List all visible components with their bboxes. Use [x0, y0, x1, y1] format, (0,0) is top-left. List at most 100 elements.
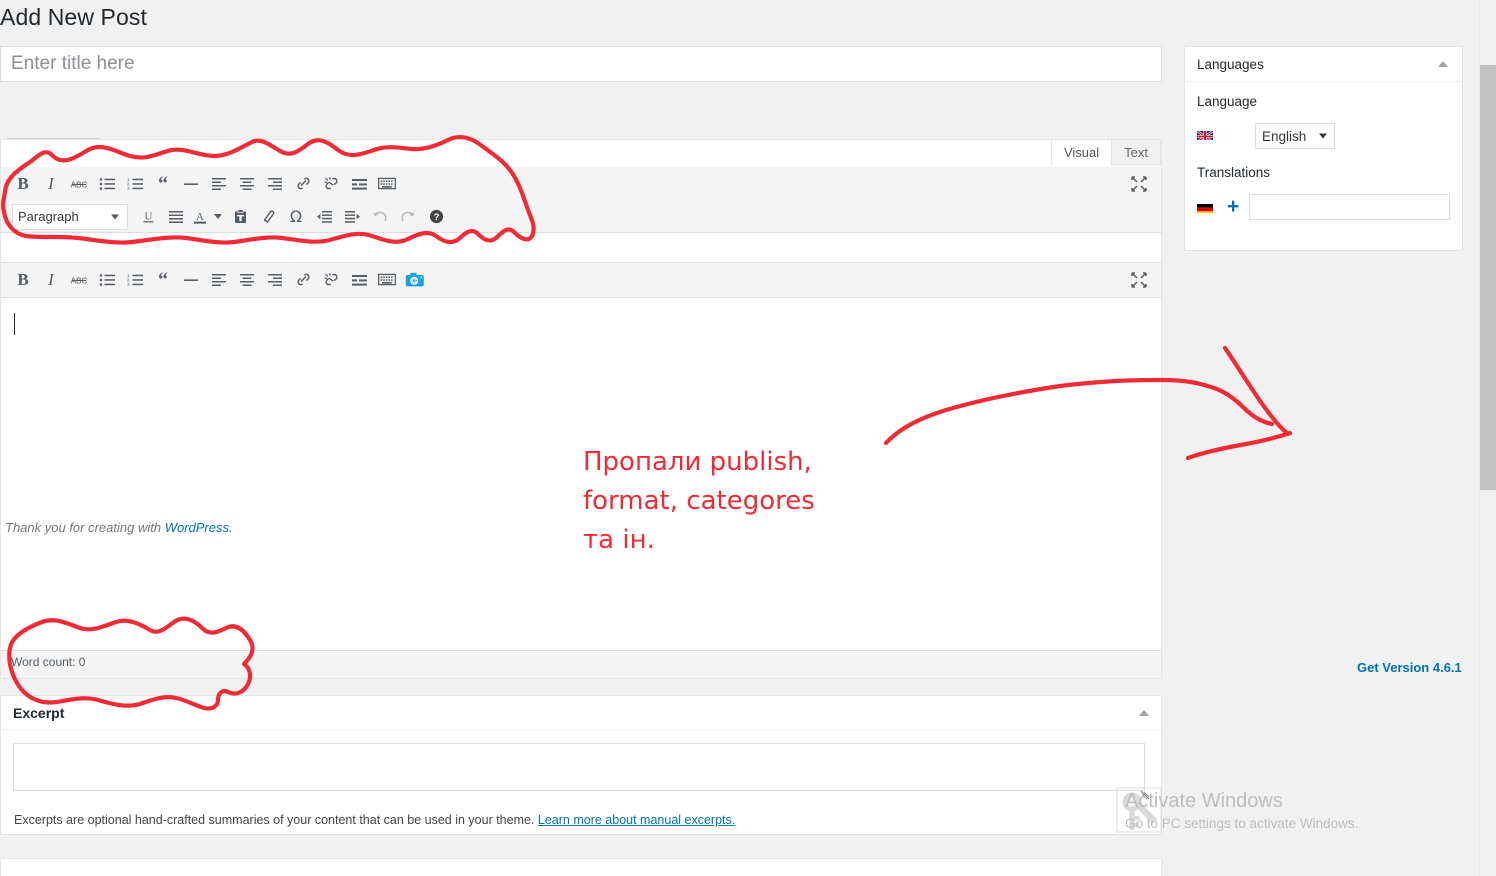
chevron-up-icon[interactable]	[1139, 710, 1149, 716]
help-icon[interactable]: ?	[422, 203, 450, 231]
remove-link-icon[interactable]	[317, 170, 345, 198]
align-right-icon[interactable]	[261, 266, 289, 294]
horizontal-rule-icon[interactable]	[177, 266, 205, 294]
language-row: English	[1197, 123, 1450, 149]
language-select[interactable]: English	[1255, 123, 1335, 149]
strikethrough-icon[interactable]: ABC	[65, 266, 93, 294]
post-title-input[interactable]	[0, 46, 1162, 82]
align-left-icon[interactable]	[205, 170, 233, 198]
language-select-value: English	[1262, 129, 1306, 144]
align-center-icon[interactable]	[233, 170, 261, 198]
keyboard-shortcuts-icon[interactable]	[373, 170, 401, 198]
insert-link-icon[interactable]	[289, 266, 317, 294]
paste-as-text-icon[interactable]	[226, 203, 254, 231]
post-editor: Visual Text B I ABC	[0, 139, 1162, 679]
svg-text:3: 3	[127, 282, 130, 287]
bulleted-list-icon[interactable]	[93, 266, 121, 294]
chevron-down-icon	[1319, 134, 1327, 139]
distraction-free-icon[interactable]	[1125, 170, 1153, 198]
distraction-free-icon[interactable]	[1125, 266, 1153, 294]
translations-label: Translations	[1197, 165, 1450, 180]
vertical-scrollbar-thumb[interactable]	[1480, 65, 1496, 490]
horizontal-rule-icon[interactable]	[177, 170, 205, 198]
toolbar-row-1: B I ABC 1 2 3	[1, 167, 1161, 200]
page-title: Add New Post	[0, 2, 147, 32]
svg-text:3: 3	[127, 186, 130, 191]
credit-suffix: .	[229, 520, 233, 535]
credit-text: Thank you for creating with	[5, 520, 165, 535]
languages-title: Languages	[1197, 57, 1264, 72]
wordpress-credit: Thank you for creating with WordPress.	[5, 520, 233, 535]
tab-text[interactable]: Text	[1111, 139, 1161, 166]
clear-formatting-icon[interactable]	[254, 203, 282, 231]
text-cursor	[14, 313, 15, 335]
svg-text:ABC: ABC	[71, 180, 88, 189]
flag-slot	[1197, 127, 1255, 145]
underline-icon[interactable]: U	[134, 203, 162, 231]
chevron-up-icon[interactable]	[1438, 61, 1448, 67]
numbered-list-icon[interactable]: 1 2 3	[121, 170, 149, 198]
translation-row: +	[1197, 194, 1450, 220]
svg-text:?: ?	[433, 212, 439, 223]
manual-excerpts-link[interactable]: Learn more about manual excerpts.	[538, 813, 735, 827]
numbered-list-icon[interactable]: 1 2 3	[121, 266, 149, 294]
add-translation-plus-icon[interactable]: +	[1227, 200, 1239, 214]
align-left-icon[interactable]	[205, 266, 233, 294]
flag-germany-icon	[1197, 202, 1213, 213]
svg-text:U: U	[144, 211, 152, 223]
blockquote-icon[interactable]: “	[149, 266, 177, 294]
paragraph-format-select[interactable]: Paragraph	[12, 204, 128, 230]
bold-icon[interactable]: B	[9, 170, 37, 198]
read-more-icon[interactable]	[345, 170, 373, 198]
wordpress-link[interactable]: WordPress	[165, 520, 229, 535]
arrow-head-lower-stroke	[1188, 433, 1290, 458]
arrow-head-upper-stroke	[1225, 348, 1288, 434]
strikethrough-icon[interactable]: ABC	[65, 170, 93, 198]
justify-icon[interactable]	[162, 203, 190, 231]
toolbar-row-2: Paragraph U A	[1, 200, 1161, 233]
text-color-icon[interactable]: A	[190, 203, 210, 231]
remove-link-icon[interactable]	[317, 266, 345, 294]
excerpt-title: Excerpt	[13, 705, 64, 721]
bulleted-list-icon[interactable]	[93, 170, 121, 198]
editor-mode-tabs: Visual Text	[1052, 139, 1161, 166]
tab-visual[interactable]: Visual	[1051, 139, 1112, 166]
keyboard-shortcuts-icon[interactable]	[373, 266, 401, 294]
svg-text:G: G	[412, 279, 417, 285]
excerpt-panel-header: Excerpt	[1, 696, 1161, 730]
read-more-icon[interactable]	[345, 266, 373, 294]
editor-toolbar-primary: B I ABC 1 2 3	[1, 167, 1161, 233]
word-count-label: Word count: 0	[11, 655, 85, 669]
translation-title-input[interactable]	[1249, 194, 1450, 220]
italic-icon[interactable]: I	[37, 170, 65, 198]
excerpt-note-text: Excerpts are optional hand-crafted summa…	[14, 813, 538, 827]
svg-text:ABC: ABC	[71, 276, 88, 285]
editor-status-bar: Word count: 0	[1, 650, 1161, 678]
editor-content-area[interactable]	[1, 299, 1161, 650]
redo-icon[interactable]	[394, 203, 422, 231]
special-character-icon[interactable]: Ω	[282, 203, 310, 231]
italic-icon[interactable]: I	[37, 266, 65, 294]
vertical-scrollbar-track[interactable]	[1479, 0, 1496, 876]
increase-indent-icon[interactable]	[338, 203, 366, 231]
excerpt-textarea[interactable]	[13, 743, 1145, 791]
excerpt-help-text: Excerpts are optional hand-crafted summa…	[14, 813, 735, 827]
blockquote-icon[interactable]: “	[149, 170, 177, 198]
align-center-icon[interactable]	[233, 266, 261, 294]
align-right-icon[interactable]	[261, 170, 289, 198]
bold-icon[interactable]: B	[9, 266, 37, 294]
languages-metabox: Languages Language	[1184, 46, 1463, 251]
svg-text:A: A	[196, 211, 204, 223]
languages-panel-body: Language	[1185, 82, 1462, 232]
decrease-indent-icon[interactable]	[310, 203, 338, 231]
insert-link-icon[interactable]	[289, 170, 317, 198]
text-color-dropdown-icon[interactable]	[210, 203, 226, 231]
toolbar-secondary-row: B I ABC 1 2 3	[1, 263, 1161, 296]
language-label: Language	[1197, 94, 1450, 109]
grammarly-camera-icon[interactable]: G	[401, 266, 429, 294]
languages-panel-header: Languages	[1185, 47, 1462, 82]
undo-icon[interactable]	[366, 203, 394, 231]
excerpt-panel: Excerpt Excerpts are optional hand-craft…	[0, 695, 1162, 835]
get-version-link[interactable]: Get Version 4.6.1	[1357, 660, 1462, 675]
flag-united-kingdom-icon	[1197, 129, 1213, 140]
